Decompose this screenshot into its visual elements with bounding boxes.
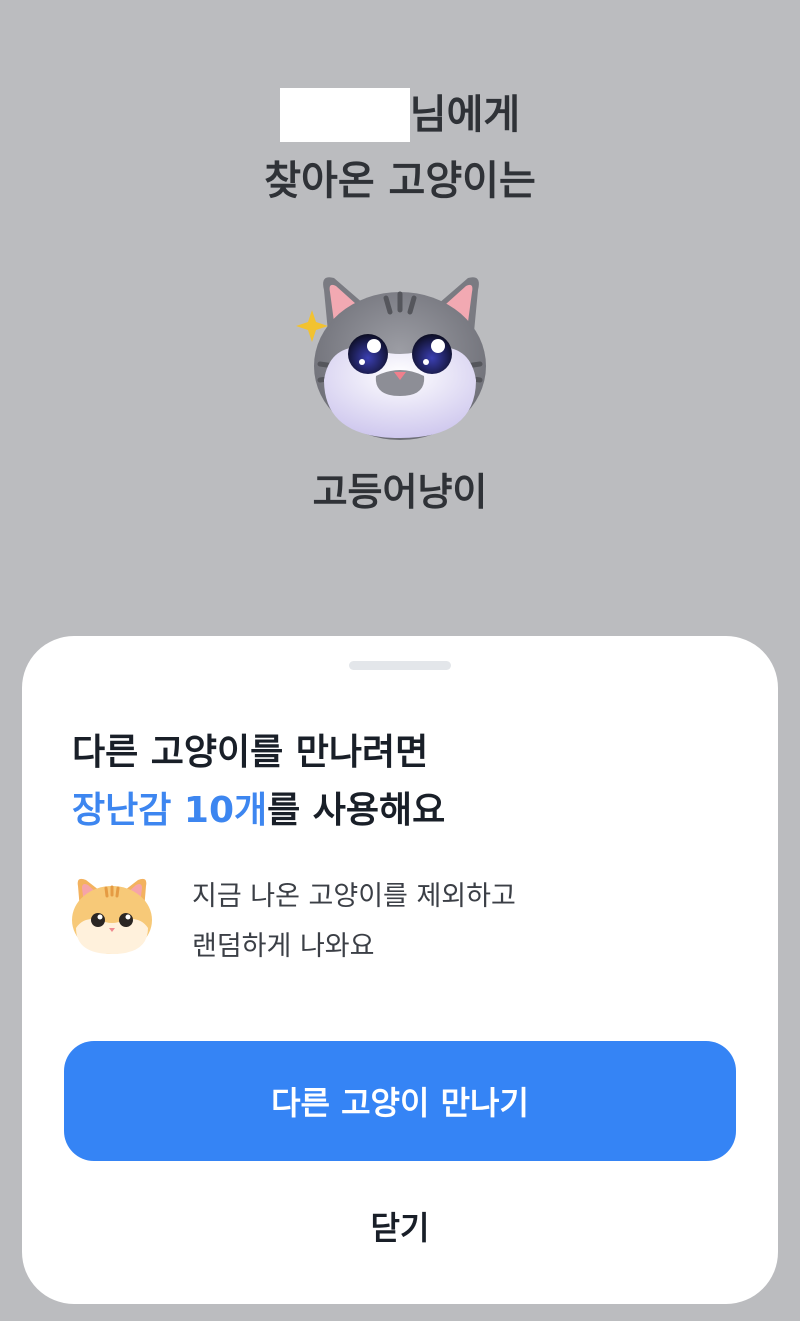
cat-name: 고등어냥이 — [312, 470, 488, 514]
screen: 님에게 찾아온 고양이는 고등어냥이 다른 고양이를 만나려면 장난감 10개를… — [0, 0, 800, 1321]
info-line1: 지금 나온 고양이를 제외하고 — [192, 881, 516, 912]
info-line2: 랜덤하게 나와요 — [192, 931, 375, 962]
sheet-title-line2: 장난감 10개를 사용해요 — [72, 782, 445, 840]
bottom-sheet: 다른 고양이를 만나려면 장난감 10개를 사용해요 지금 나온 고양이를 제외… — [22, 636, 778, 1304]
result-headline: 님에게 찾아온 고양이는 — [0, 82, 800, 214]
headline-line1: 님에게 — [0, 82, 800, 148]
sheet-title-line1: 다른 고양이를 만나려면 — [72, 732, 429, 773]
info-text: 지금 나온 고양이를 제외하고 랜덤하게 나와요 — [192, 872, 516, 972]
sheet-drag-handle[interactable] — [349, 661, 451, 670]
headline-suffix: 님에게 — [409, 92, 521, 138]
close-button[interactable]: 닫기 — [300, 1196, 500, 1256]
orange-cat-icon — [72, 878, 152, 954]
meet-another-cat-button[interactable]: 다른 고양이 만나기 — [64, 1041, 736, 1161]
sheet-title: 다른 고양이를 만나려면 장난감 10개를 사용해요 — [72, 724, 445, 840]
sheet-title-line2-rest: 를 사용해요 — [267, 790, 446, 831]
headline-line2: 찾아온 고양이는 — [264, 158, 536, 204]
redacted-username — [279, 88, 410, 142]
toy-cost-highlight: 장난감 10개 — [72, 790, 268, 831]
mackerel-cat-icon — [296, 277, 486, 440]
